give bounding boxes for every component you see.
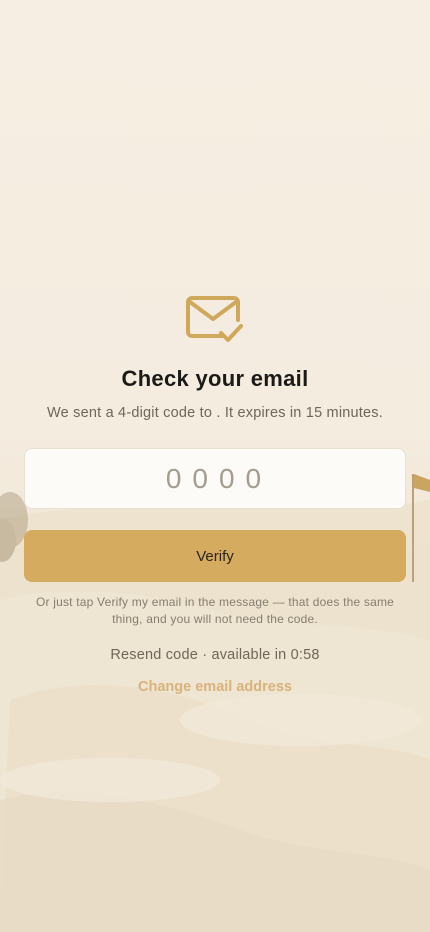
mail-check-icon (186, 294, 244, 344)
code-field-container (24, 448, 406, 509)
verify-button[interactable]: Verify (24, 530, 406, 582)
change-email-link[interactable]: Change email address (0, 679, 430, 695)
resend-code-status: Resend code · available in 0:58 (110, 647, 320, 663)
verify-email-screen: Check your email We sent a 4-digit code … (0, 0, 430, 932)
verify-link-hint: Or just tap Verify my email in the messa… (35, 595, 395, 626)
instructions-text: We sent a 4-digit code to . It expires i… (47, 405, 383, 421)
page-title: Check your email (121, 366, 309, 391)
verification-code-input[interactable] (25, 449, 405, 508)
